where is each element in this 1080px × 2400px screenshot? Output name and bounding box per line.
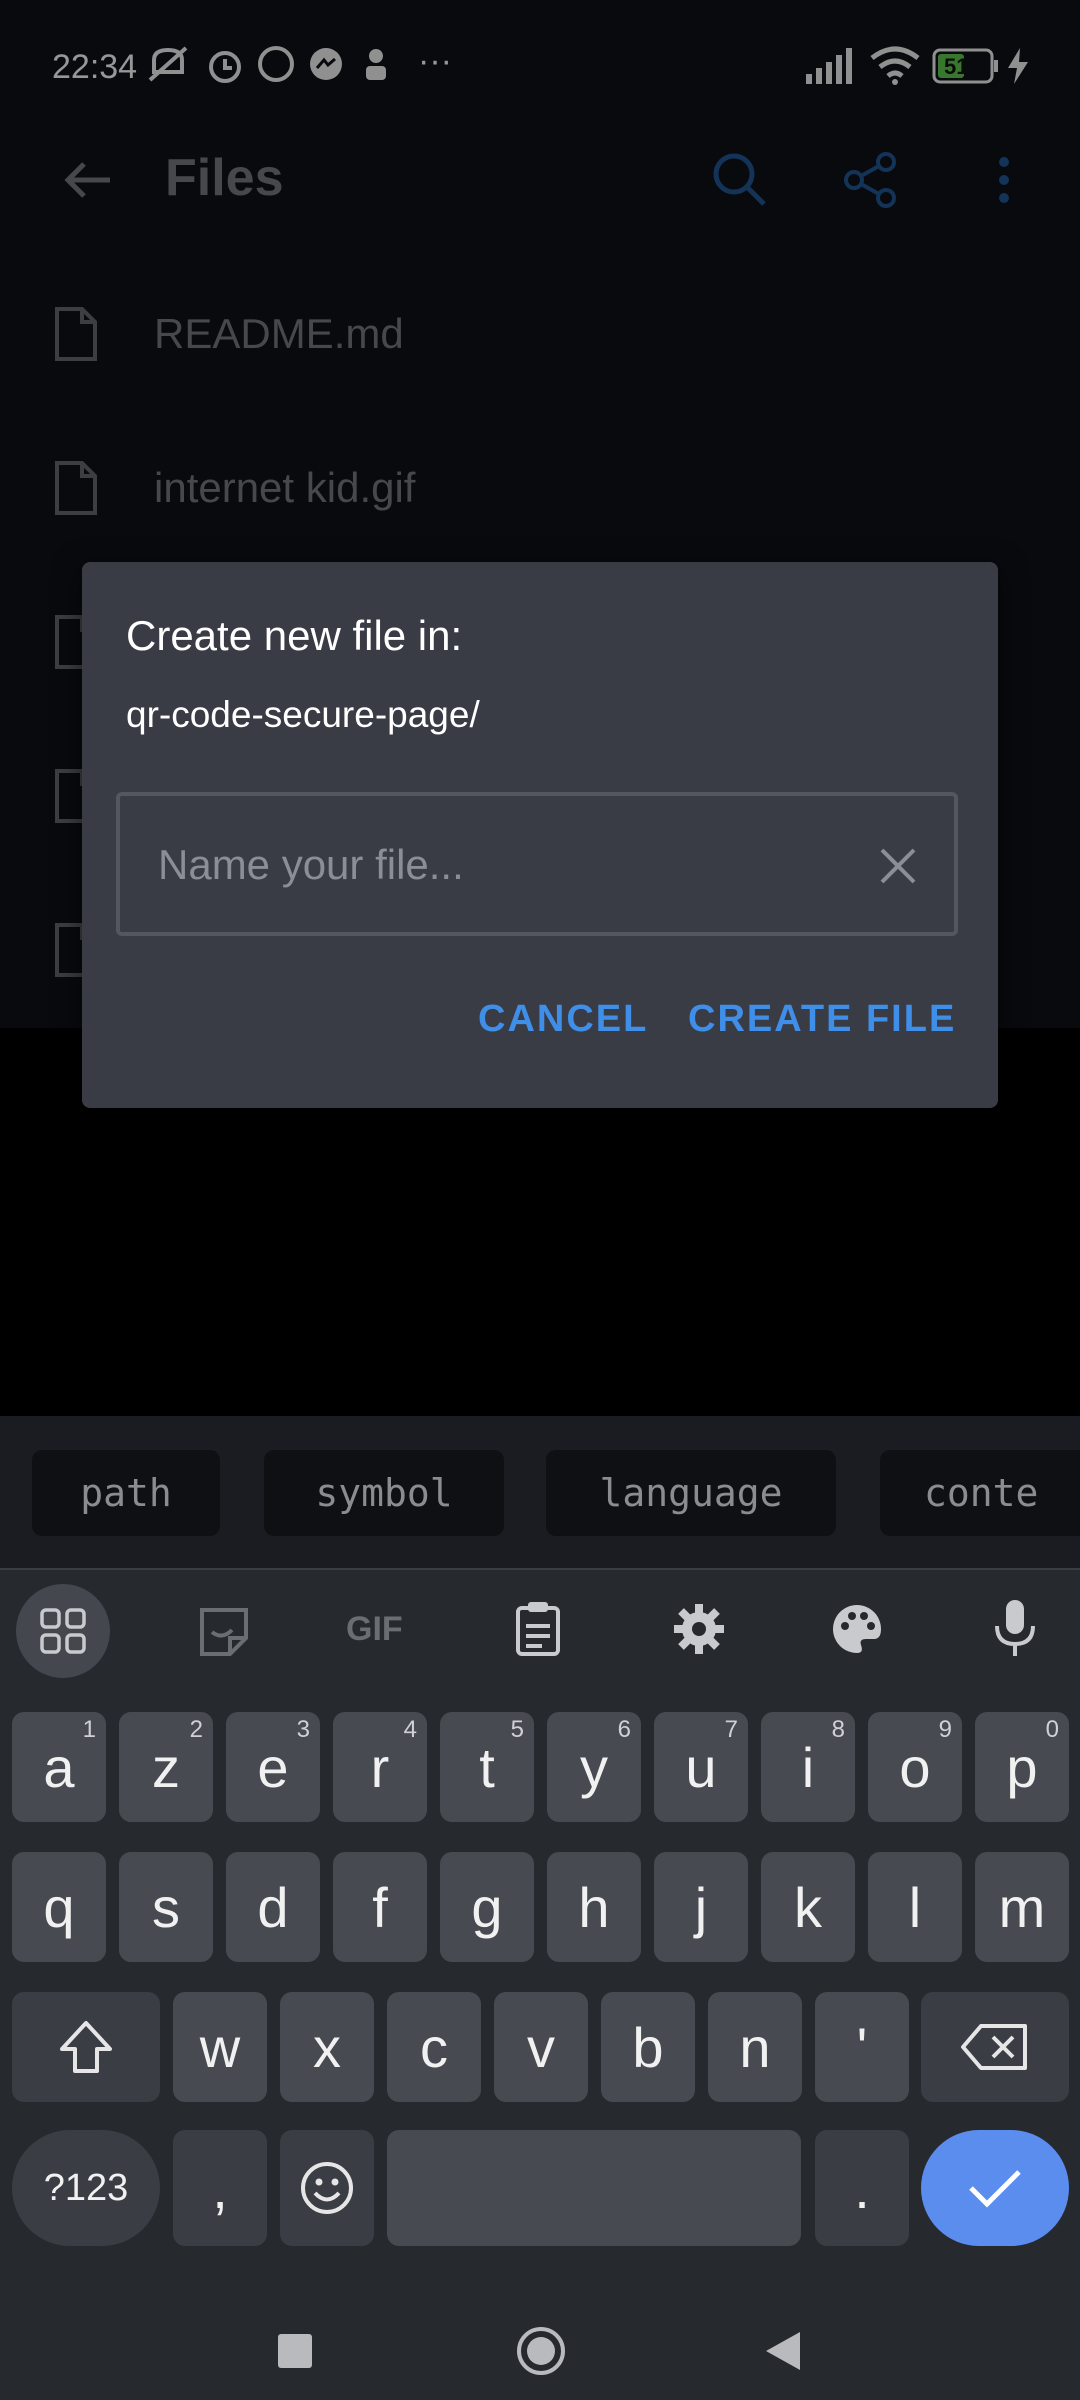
- key-comma[interactable]: ,: [173, 2130, 267, 2246]
- space-key[interactable]: [387, 2130, 801, 2246]
- key-label: u: [685, 1735, 717, 1799]
- key-hint: 6: [617, 1716, 631, 1743]
- key-m[interactable]: m: [975, 1852, 1069, 1962]
- shift-key[interactable]: [12, 1992, 160, 2102]
- key-hint: 0: [1045, 1716, 1059, 1743]
- suggestion-bar: path symbol language conte: [0, 1416, 1080, 1570]
- key-w[interactable]: w: [173, 1992, 267, 2102]
- key-l[interactable]: l: [868, 1852, 962, 1962]
- create-file-dialog: Create new file in: qr-code-secure-page/…: [82, 562, 998, 1108]
- palette-icon[interactable]: [830, 1602, 884, 1656]
- enter-key[interactable]: [921, 2130, 1069, 2246]
- key-label: e: [257, 1735, 289, 1799]
- symbols-key[interactable]: ?123: [12, 2130, 160, 2246]
- dialog-path: qr-code-secure-page/: [126, 694, 480, 735]
- key-j[interactable]: j: [654, 1852, 748, 1962]
- home-circle-icon[interactable]: [514, 2324, 568, 2378]
- key-hint: 1: [82, 1716, 96, 1743]
- recents-square-icon[interactable]: [278, 2334, 312, 2368]
- back-triangle-icon[interactable]: [762, 2330, 802, 2372]
- suggestion-chip[interactable]: language: [546, 1450, 836, 1536]
- key-g[interactable]: g: [440, 1852, 534, 1962]
- file-name-input[interactable]: [156, 796, 860, 934]
- key-period[interactable]: .: [815, 2130, 909, 2246]
- key-hint: 2: [189, 1716, 203, 1743]
- key-s[interactable]: s: [119, 1852, 213, 1962]
- key-label: r: [370, 1735, 390, 1799]
- key-label: t: [479, 1735, 495, 1799]
- clipboard-icon[interactable]: [514, 1600, 562, 1658]
- key-label: y: [580, 1735, 608, 1799]
- key-label: a: [43, 1735, 75, 1799]
- key-z[interactable]: z2: [119, 1712, 213, 1822]
- gif-icon[interactable]: GIF: [346, 1610, 403, 1649]
- emoji-icon: [301, 2162, 353, 2214]
- apps-grid-button[interactable]: [16, 1584, 110, 1678]
- backspace-key[interactable]: [921, 1992, 1069, 2102]
- key-k[interactable]: k: [761, 1852, 855, 1962]
- key-v[interactable]: v: [494, 1992, 588, 2102]
- key-apostrophe[interactable]: ': [815, 1992, 909, 2102]
- key-hint: 8: [831, 1716, 845, 1743]
- key-label: o: [899, 1735, 931, 1799]
- key-a[interactable]: a1: [12, 1712, 106, 1822]
- apps-grid-icon: [40, 1608, 86, 1654]
- key-c[interactable]: c: [387, 1992, 481, 2102]
- check-icon: [969, 2170, 1021, 2208]
- key-d[interactable]: d: [226, 1852, 320, 1962]
- key-hint: 3: [296, 1716, 310, 1743]
- cancel-button[interactable]: CANCEL: [478, 998, 648, 1041]
- dialog-title: Create new file in:: [126, 612, 463, 659]
- key-label: p: [1006, 1735, 1038, 1799]
- key-u[interactable]: u7: [654, 1712, 748, 1822]
- key-i[interactable]: i8: [761, 1712, 855, 1822]
- system-nav-bar: [0, 2270, 1080, 2400]
- key-h[interactable]: h: [547, 1852, 641, 1962]
- key-q[interactable]: q: [12, 1852, 106, 1962]
- emoji-key[interactable]: [280, 2130, 374, 2246]
- key-hint: 7: [724, 1716, 738, 1743]
- suggestion-chip[interactable]: conte: [880, 1450, 1080, 1536]
- key-n[interactable]: n: [708, 1992, 802, 2102]
- key-p[interactable]: p0: [975, 1712, 1069, 1822]
- backspace-icon: [961, 2024, 1027, 2070]
- key-e[interactable]: e3: [226, 1712, 320, 1822]
- suggestion-chip[interactable]: symbol: [264, 1450, 504, 1536]
- key-o[interactable]: o9: [868, 1712, 962, 1822]
- key-hint: 5: [510, 1716, 524, 1743]
- microphone-icon[interactable]: [992, 1598, 1038, 1658]
- keyboard: GIF a1 z2 e3 r4 t5 y6 u7 i8 o9 p0 q s d …: [0, 1570, 1080, 2270]
- key-hint: 9: [938, 1716, 952, 1743]
- key-t[interactable]: t5: [440, 1712, 534, 1822]
- key-b[interactable]: b: [601, 1992, 695, 2102]
- sticker-icon[interactable]: [198, 1606, 250, 1658]
- key-f[interactable]: f: [333, 1852, 427, 1962]
- create-file-button[interactable]: CREATE FILE: [688, 998, 956, 1041]
- settings-icon[interactable]: [672, 1602, 726, 1656]
- key-label: i: [801, 1735, 815, 1799]
- shift-icon: [60, 2021, 112, 2073]
- key-label: z: [152, 1735, 180, 1799]
- file-name-field[interactable]: [116, 792, 958, 936]
- key-x[interactable]: x: [280, 1992, 374, 2102]
- key-hint: 4: [403, 1716, 417, 1743]
- suggestion-chip[interactable]: path: [32, 1450, 220, 1536]
- key-y[interactable]: y6: [547, 1712, 641, 1822]
- clear-icon[interactable]: [878, 846, 918, 886]
- key-r[interactable]: r4: [333, 1712, 427, 1822]
